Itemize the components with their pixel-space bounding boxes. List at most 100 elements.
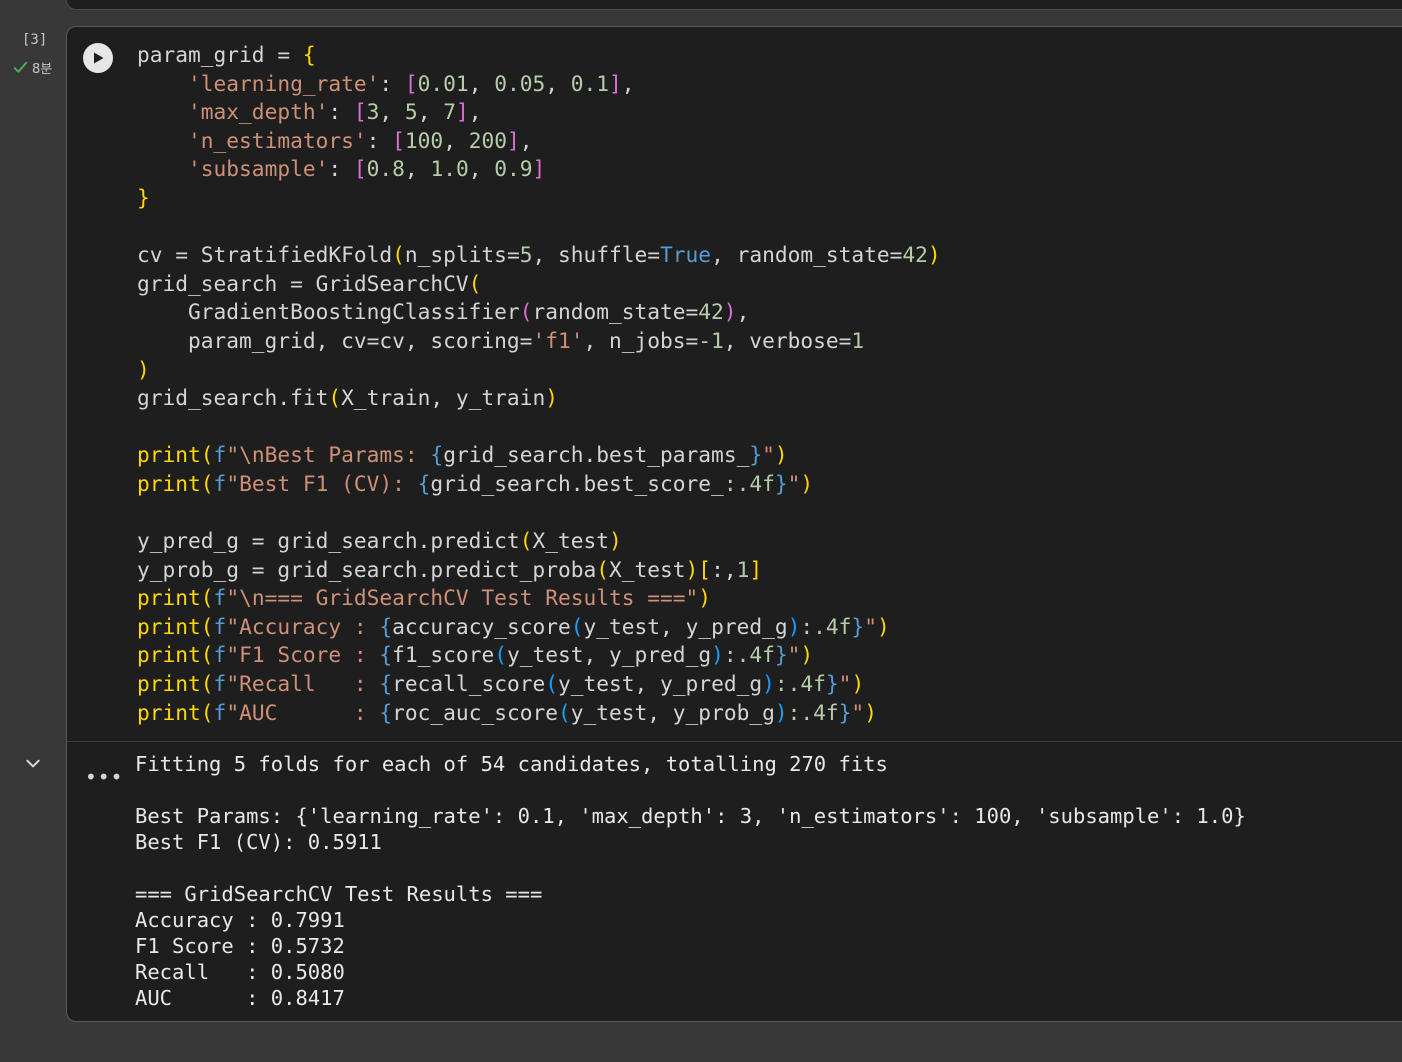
code-token: print [137, 470, 201, 496]
code-token: { [379, 699, 393, 725]
code-token: :.4f [800, 613, 852, 639]
code-token: 0.01 [417, 70, 469, 96]
code-token: } [774, 470, 788, 496]
code-token: 0.8 [366, 156, 405, 182]
code-token: GradientBoostingClassifier [137, 299, 520, 325]
code-token: ) [864, 699, 877, 725]
code-token: [ [404, 70, 418, 96]
code-token: :.4f [774, 671, 826, 697]
code-token: ) [851, 671, 865, 697]
output-divider [67, 741, 1402, 742]
code-token: , random_state= [711, 242, 903, 268]
code-token: } [774, 642, 788, 668]
code-token: print [137, 642, 201, 668]
code-line: 'n_estimators': [100, 200], [137, 127, 533, 153]
code-token: , [736, 299, 750, 325]
code-token: 'max_depth' [188, 99, 329, 125]
code-token: , [417, 99, 444, 125]
code-token: 3 [366, 99, 380, 125]
cell-output: Fitting 5 folds for each of 54 candidate… [135, 751, 1246, 1011]
code-token: ( [519, 528, 533, 554]
code-token: { [379, 671, 393, 697]
output-line: Recall : 0.5080 [135, 960, 345, 984]
code-token: { [417, 470, 431, 496]
output-line: Best F1 (CV): 0.5911 [135, 830, 382, 854]
code-token: 'learning_rate' [188, 70, 380, 96]
code-token: ] [506, 127, 520, 153]
code-token: y_test, y_pred_g [558, 671, 763, 697]
output-line: === GridSearchCV Test Results === [135, 882, 543, 906]
more-icon[interactable]: ••• [85, 765, 123, 789]
code-line: param_grid = { [137, 42, 316, 67]
code-token: random_state= [532, 299, 699, 325]
execution-count: [3] [22, 32, 48, 48]
code-token: { [430, 442, 444, 468]
code-token: ( [557, 699, 571, 725]
code-token: 5 [404, 99, 418, 125]
code-token: 100 [404, 127, 444, 153]
code-line: grid_search.fit(X_train, y_train) [137, 385, 558, 410]
code-token: ] [532, 156, 546, 182]
code-token: , [519, 127, 533, 153]
code-token: : [366, 127, 393, 153]
code-line: print(f"\nBest Params: {grid_search.best… [137, 442, 788, 467]
code-token: ( [200, 613, 214, 639]
code-token: ) [927, 242, 941, 268]
code-token: : [379, 70, 405, 96]
code-token: , [443, 127, 469, 153]
code-line: print(f"F1 Score : {f1_score(y_test, y_p… [137, 642, 813, 667]
code-token: f [213, 642, 227, 668]
code-token: "Accuracy : [226, 613, 380, 639]
code-cell[interactable]: param_grid = { 'learning_rate': [0.01, 0… [66, 26, 1402, 1022]
code-token: } [851, 613, 865, 639]
code-token: 200 [468, 127, 507, 153]
code-token: ( [200, 642, 214, 668]
code-token: "\n=== GridSearchCV Test Results ===" [226, 585, 699, 611]
code-token: ( [545, 671, 558, 697]
code-token: "AUC : [226, 699, 380, 725]
code-token: y_prob_g = grid_search.predict_proba [137, 556, 597, 582]
code-token: y_test, y_pred_g [583, 613, 788, 639]
code-token: ) [800, 470, 814, 496]
code-token: accuracy_score [392, 613, 571, 639]
code-token: :.4f [723, 642, 775, 668]
code-token: f [213, 470, 227, 496]
code-token: , verbose= [723, 327, 852, 353]
code-token: print [137, 699, 201, 725]
code-token: roc_auc_score [392, 699, 558, 725]
code-token: ) [609, 528, 622, 554]
output-line: AUC : 0.8417 [135, 986, 345, 1010]
code-token: :, [711, 556, 737, 582]
run-cell-button[interactable] [83, 43, 113, 73]
code-token: ) [800, 642, 814, 668]
code-token: : [328, 99, 354, 125]
code-line: 'subsample': [0.8, 1.0, 0.9] [137, 156, 545, 181]
code-token: 0.1 [570, 70, 610, 96]
code-token: f1_score [392, 642, 495, 668]
code-token: ( [570, 613, 584, 639]
code-editor[interactable]: param_grid = { 'learning_rate': [0.01, 0… [137, 41, 941, 727]
output-collapse-toggle[interactable] [22, 752, 44, 774]
code-line: y_prob_g = grid_search.predict_proba(X_t… [137, 557, 762, 582]
code-line: print(f"Recall : {recall_score(y_test, y… [137, 671, 864, 696]
code-line: grid_search = GridSearchCV( [137, 271, 481, 296]
code-token: , [468, 70, 495, 96]
code-token: ) [698, 585, 712, 611]
code-token: f [213, 671, 227, 697]
code-token: grid_search.fit [137, 385, 329, 411]
code-token: } [749, 442, 763, 468]
code-token: } [825, 671, 839, 697]
code-token: " [864, 613, 877, 639]
code-token: ( [519, 299, 533, 325]
code-token: "Recall : [226, 671, 380, 697]
code-token: { [379, 613, 393, 639]
code-token: ) [137, 356, 150, 382]
chevron-down-icon [26, 759, 40, 768]
code-token: 42 [698, 299, 724, 325]
code-token: : [328, 156, 354, 182]
code-token: param_grid, cv=cv, scoring= [137, 327, 533, 353]
code-token: " [838, 671, 852, 697]
code-token: y_test, y_prob_g [570, 699, 775, 725]
code-token: :.4f [723, 470, 775, 496]
